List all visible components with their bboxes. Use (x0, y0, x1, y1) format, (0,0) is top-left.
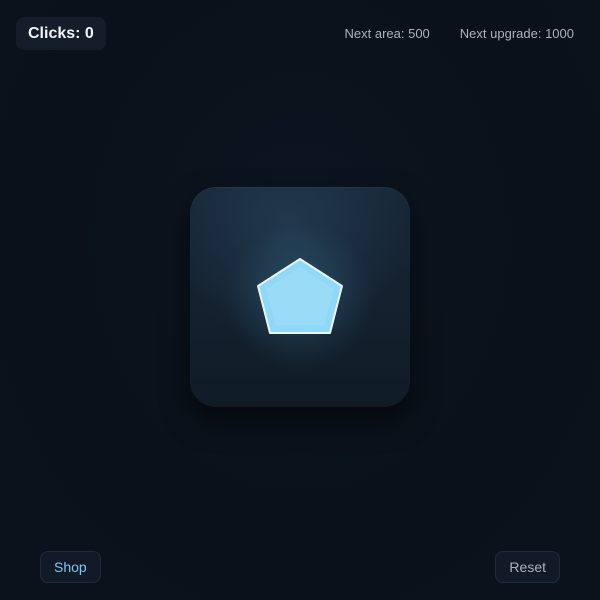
game-stage: Clicks: 0 Next area: 500 Next upgrade: 1… (0, 0, 600, 600)
reset-button[interactable]: Reset (495, 551, 560, 583)
pentagon-icon (257, 258, 343, 334)
clicks-counter: Clicks: 0 (16, 17, 106, 50)
next-area-label: Next area: 500 (344, 26, 430, 41)
shop-button[interactable]: Shop (40, 551, 101, 583)
next-upgrade-label: Next upgrade: 1000 (459, 26, 574, 41)
progress-stats: Next area: 500 Next upgrade: 1000 (345, 26, 574, 41)
click-tile[interactable] (190, 187, 410, 407)
